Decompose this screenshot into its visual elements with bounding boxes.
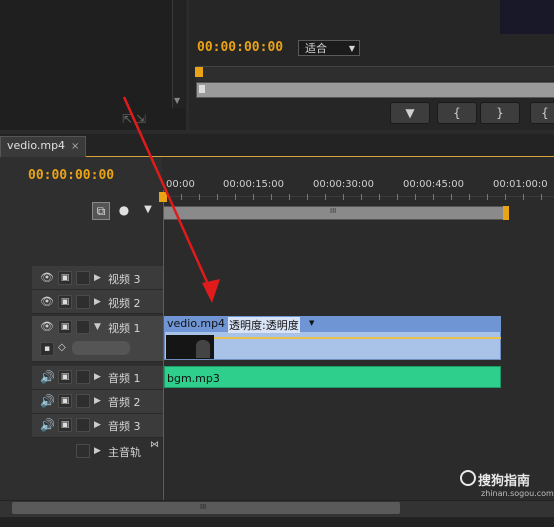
ruler-label: 00:00:15:00 bbox=[223, 179, 285, 190]
effect-dropdown[interactable]: 透明度:透明度 bbox=[228, 317, 300, 333]
fit-select[interactable]: 适合 ▼ bbox=[298, 40, 360, 56]
arrow-shaft bbox=[122, 96, 214, 294]
audio-clip-name: bgm.mp3 bbox=[167, 372, 220, 385]
speaker-icon[interactable]: 🔊 bbox=[40, 370, 55, 384]
sync-lock-icon[interactable] bbox=[76, 370, 90, 384]
track-label-audio2: 音频 2 bbox=[108, 396, 141, 409]
lock-icon[interactable]: ▣ bbox=[58, 295, 72, 309]
marker-icon: ▼ bbox=[405, 106, 415, 120]
track-label-master: 主音轨 bbox=[108, 446, 141, 459]
tab-sequence[interactable]: vedio.mp4 × bbox=[0, 136, 87, 157]
sync-lock-icon[interactable] bbox=[76, 394, 90, 408]
go-to-in-icon: { bbox=[541, 106, 549, 120]
expand-triangle-icon[interactable]: ▶ bbox=[94, 396, 101, 406]
ruler-label: 00:00:30:00 bbox=[313, 179, 375, 190]
mark-in-button[interactable]: { bbox=[437, 102, 477, 124]
track-label-video1: 视频 1 bbox=[108, 322, 141, 335]
mark-in-icon: { bbox=[453, 106, 461, 120]
program-mini-ruler[interactable] bbox=[196, 66, 554, 81]
lock-icon[interactable]: ▣ bbox=[58, 271, 72, 285]
keyframe-nav-control[interactable] bbox=[72, 341, 130, 355]
track-label-audio3: 音频 3 bbox=[108, 420, 141, 433]
master-expand-icon[interactable]: ⋈ bbox=[150, 440, 159, 450]
watermark-url: zhinan.sogou.com bbox=[481, 489, 554, 498]
expand-triangle-icon[interactable]: ▶ bbox=[94, 273, 101, 283]
ruler-label: 00:01:00:0 bbox=[493, 179, 548, 190]
status-strip bbox=[0, 517, 554, 527]
expand-triangle-icon[interactable]: ▶ bbox=[94, 420, 101, 430]
arrow-head bbox=[202, 279, 220, 303]
eye-icon[interactable]: 👁 bbox=[40, 320, 54, 333]
sync-lock-icon[interactable] bbox=[76, 418, 90, 432]
mark-out-icon: } bbox=[496, 106, 504, 120]
source-scrollbar[interactable] bbox=[172, 0, 185, 108]
lock-icon[interactable]: ▣ bbox=[58, 320, 72, 334]
watermark-brand: 搜狗指南 bbox=[478, 474, 531, 489]
fit-select-value: 适合 bbox=[305, 42, 327, 55]
sync-lock-icon[interactable] bbox=[76, 444, 90, 458]
go-to-in-button[interactable]: { bbox=[530, 102, 554, 124]
speaker-icon[interactable]: 🔊 bbox=[40, 418, 55, 432]
mark-out-button[interactable]: } bbox=[480, 102, 520, 124]
expand-triangle-icon[interactable]: ▶ bbox=[94, 446, 101, 456]
lock-icon[interactable]: ▣ bbox=[58, 394, 72, 408]
add-marker-button[interactable]: ▼ bbox=[390, 102, 430, 124]
chevron-down-icon: ▼ bbox=[309, 319, 315, 327]
thumbnail-figure bbox=[196, 340, 210, 358]
program-zoom-bar[interactable] bbox=[196, 82, 554, 98]
track-label-audio1: 音频 1 bbox=[108, 372, 141, 385]
tab-label: vedio.mp4 bbox=[7, 139, 66, 152]
snap-icon[interactable]: ⧉ bbox=[92, 202, 110, 220]
lock-icon[interactable]: ▣ bbox=[58, 370, 72, 384]
close-icon[interactable]: × bbox=[71, 141, 79, 152]
eye-icon[interactable]: 👁 bbox=[40, 271, 54, 284]
program-playhead-icon[interactable] bbox=[195, 67, 203, 77]
track-target-column bbox=[0, 266, 32, 462]
sogou-logo-icon bbox=[460, 470, 476, 486]
video-clip-name: vedio.mp4 bbox=[167, 317, 226, 330]
expand-triangle-icon[interactable]: ▶ bbox=[94, 297, 101, 307]
expand-triangle-icon[interactable]: ▶ bbox=[94, 372, 101, 382]
work-area-end-handle[interactable] bbox=[503, 206, 509, 220]
sync-lock-icon[interactable] bbox=[76, 295, 90, 309]
program-preview bbox=[500, 0, 554, 34]
sync-lock-icon[interactable] bbox=[76, 320, 90, 334]
timeline-timecode[interactable]: 00:00:00:00 bbox=[28, 168, 114, 183]
lock-icon[interactable]: ▣ bbox=[58, 418, 72, 432]
program-timecode[interactable]: 00:00:00:00 bbox=[197, 40, 283, 55]
zoom-handle[interactable] bbox=[199, 85, 205, 93]
sync-lock-icon[interactable] bbox=[76, 271, 90, 285]
opacity-line[interactable] bbox=[214, 337, 501, 339]
eye-icon[interactable]: 👁 bbox=[40, 295, 54, 308]
work-area-grip: III bbox=[330, 207, 337, 215]
display-style-icon[interactable]: ▪ bbox=[40, 342, 54, 356]
scroll-grip: III bbox=[200, 503, 207, 511]
keyframe-icon[interactable]: ◇ bbox=[58, 342, 66, 353]
collapse-triangle-icon[interactable]: ▼ bbox=[94, 322, 101, 332]
ruler-label: 00:00:45:00 bbox=[403, 179, 465, 190]
annotation-arrow bbox=[122, 96, 220, 303]
chevron-down-icon: ▼ bbox=[348, 44, 355, 53]
speaker-icon[interactable]: 🔊 bbox=[40, 394, 55, 408]
